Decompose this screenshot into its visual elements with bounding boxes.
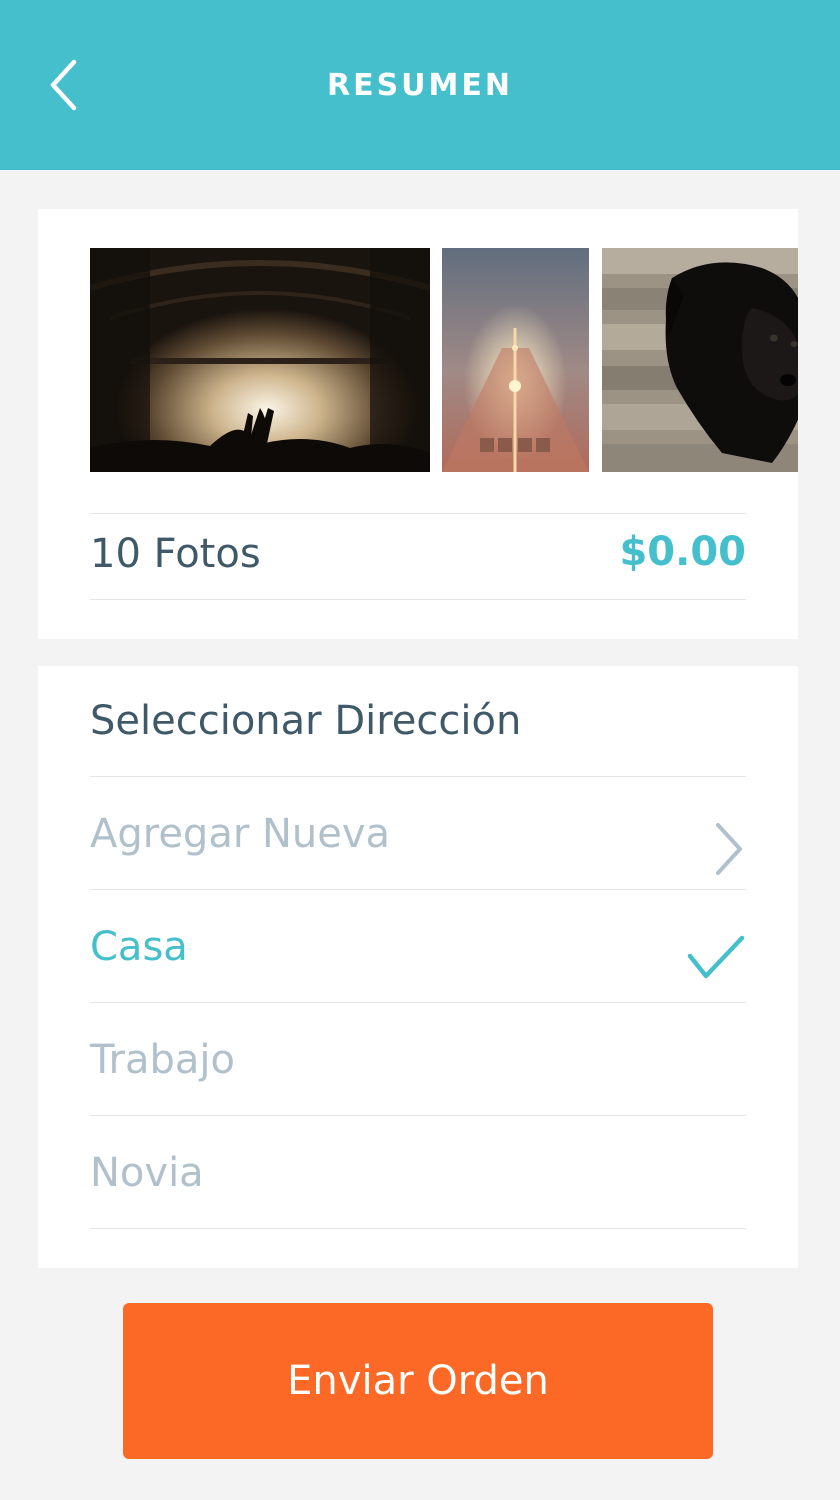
address-section-title: Seleccionar Dirección xyxy=(90,698,522,744)
chevron-right-icon xyxy=(716,823,742,875)
order-total: $0.00 xyxy=(619,529,746,575)
address-option-trabajo[interactable]: Trabajo xyxy=(90,1003,746,1115)
address-option-casa[interactable]: Casa xyxy=(90,890,746,1002)
address-selection-card: Seleccionar Dirección Agregar Nueva Casa… xyxy=(38,666,798,1268)
checkmark-icon xyxy=(687,935,745,979)
address-option-label: Trabajo xyxy=(90,1037,235,1083)
photo-count: 10 Fotos xyxy=(90,531,261,577)
photo-thumbnail[interactable] xyxy=(602,248,798,472)
app-header: RESUMEN xyxy=(0,0,840,170)
divider xyxy=(90,1228,746,1229)
submit-order-button[interactable]: Enviar Orden xyxy=(123,1303,713,1459)
page-title: RESUMEN xyxy=(326,68,513,103)
address-option-label: Casa xyxy=(90,924,188,970)
add-new-address-label: Agregar Nueva xyxy=(90,811,391,857)
address-option-label: Novia xyxy=(90,1150,204,1196)
add-new-address-button[interactable]: Agregar Nueva xyxy=(90,777,746,889)
address-option-novia[interactable]: Novia xyxy=(90,1116,746,1228)
order-summary-card: 10 Fotos $0.00 xyxy=(38,209,798,639)
photo-thumbnail[interactable] xyxy=(442,248,589,472)
divider xyxy=(90,513,746,514)
divider xyxy=(90,599,746,600)
photo-thumbnail[interactable] xyxy=(90,248,430,472)
